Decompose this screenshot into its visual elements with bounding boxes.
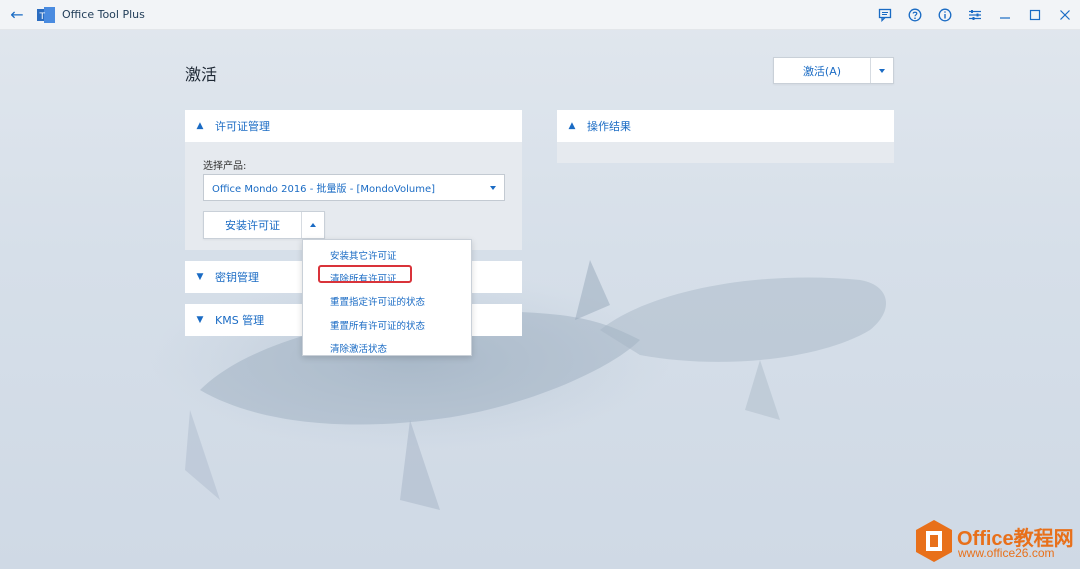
chevron-down-icon xyxy=(879,68,885,73)
app-logo-letter: T xyxy=(39,12,46,22)
office-logo-icon xyxy=(916,520,952,562)
install-license-button[interactable]: 安装许可证 xyxy=(204,212,301,238)
key-panel-title: 密钥管理 xyxy=(215,271,259,284)
activate-split-button: 激活(A) xyxy=(773,57,894,84)
activate-dropdown-button[interactable] xyxy=(870,58,893,83)
highlight-annotation-box xyxy=(318,265,412,283)
page-title: 激活 xyxy=(185,65,218,84)
chevron-up-icon xyxy=(310,223,316,227)
kms-panel-title: KMS 管理 xyxy=(215,314,265,327)
help-icon[interactable] xyxy=(900,0,930,30)
result-panel-title: 操作结果 xyxy=(587,120,631,133)
menu-item-install-other-license[interactable]: 安装其它许可证 xyxy=(303,243,471,266)
license-panel-title: 许可证管理 xyxy=(215,120,270,133)
watermark-logo: Office教程网 www.office26.com xyxy=(914,519,1080,565)
title-bar: ← T Office Tool Plus xyxy=(0,0,1080,30)
watermark-url: www.office26.com xyxy=(958,546,1055,560)
chevron-up-icon: ▲ xyxy=(568,121,576,131)
menu-item-reset-all-licenses[interactable]: 重置所有许可证的状态 xyxy=(303,313,471,336)
close-icon[interactable] xyxy=(1050,0,1080,30)
install-license-split-button: 安装许可证 xyxy=(203,211,325,239)
result-panel-body xyxy=(557,142,894,163)
product-select-value: Office Mondo 2016 - 批量版 - [MondoVolume] xyxy=(212,184,436,195)
install-license-menu: 安装其它许可证 清除所有许可证 重置指定许可证的状态 重置所有许可证的状态 清除… xyxy=(302,239,472,356)
app-logo-icon: T xyxy=(37,7,55,23)
chevron-down-icon xyxy=(490,185,496,190)
menu-item-clear-activation[interactable]: 清除激活状态 xyxy=(303,336,471,359)
feedback-icon[interactable] xyxy=(870,0,900,30)
select-product-label: 选择产品: xyxy=(203,161,247,172)
install-license-dropdown-button[interactable] xyxy=(301,212,324,238)
chevron-up-icon: ▲ xyxy=(196,121,204,131)
result-panel-header[interactable]: ▲ 操作结果 xyxy=(557,110,894,142)
chevron-down-icon: ▼ xyxy=(196,272,204,282)
app-title: Office Tool Plus xyxy=(62,8,145,21)
product-select[interactable]: Office Mondo 2016 - 批量版 - [MondoVolume] xyxy=(203,174,505,201)
chevron-down-icon: ▼ xyxy=(196,315,204,325)
maximize-icon[interactable] xyxy=(1020,0,1050,30)
license-panel-header[interactable]: ▲ 许可证管理 xyxy=(185,110,522,142)
whale-background-image xyxy=(150,260,887,510)
minimize-icon[interactable] xyxy=(990,0,1020,30)
back-arrow-icon[interactable]: ← xyxy=(8,6,26,24)
menu-item-reset-selected-license[interactable]: 重置指定许可证的状态 xyxy=(303,290,471,313)
activate-button[interactable]: 激活(A) xyxy=(774,58,870,83)
info-icon[interactable] xyxy=(930,0,960,30)
settings-sliders-icon[interactable] xyxy=(960,0,990,30)
